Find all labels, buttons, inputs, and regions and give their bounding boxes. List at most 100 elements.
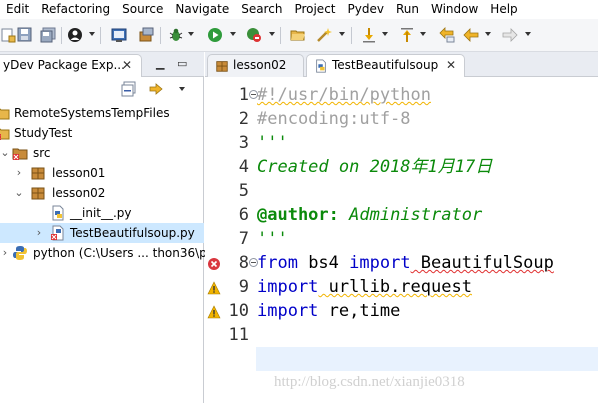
- menu-search[interactable]: Search: [234, 0, 287, 19]
- close-icon[interactable]: ✕: [122, 58, 132, 72]
- chevron-right-icon[interactable]: ›: [14, 163, 24, 183]
- tree-item-src[interactable]: ⌄ src: [0, 143, 204, 163]
- new-icon[interactable]: [0, 27, 16, 43]
- wand-icon[interactable]: [316, 27, 332, 43]
- package-icon: [30, 185, 46, 201]
- stop-dropdown-icon[interactable]: [269, 32, 275, 36]
- menu-source[interactable]: Source: [115, 0, 168, 19]
- profile-icon[interactable]: [67, 27, 83, 43]
- code-line-10: import re,time: [257, 299, 400, 323]
- toolbar-separator: [160, 27, 161, 44]
- code-line-8: from bs4 import BeautifulSoup: [257, 251, 554, 275]
- line-number: 5: [238, 181, 249, 201]
- maximize-icon[interactable]: ▭: [177, 57, 187, 70]
- chevron-right-icon[interactable]: ›: [34, 223, 44, 243]
- save-icon[interactable]: [17, 27, 33, 43]
- tree-item-label: python (C:\Users ... thon36\p: [33, 246, 207, 260]
- open-folder-icon[interactable]: [290, 27, 306, 43]
- toolbar-separator: [61, 27, 62, 44]
- menu-run[interactable]: Run: [389, 0, 424, 19]
- package-icon[interactable]: [138, 27, 154, 43]
- code-token: urllib.request: [318, 277, 472, 297]
- run-icon[interactable]: [207, 27, 223, 43]
- warning-icon[interactable]: [207, 305, 221, 319]
- menu-project[interactable]: Project: [287, 0, 340, 19]
- keyword-token: from: [257, 253, 298, 273]
- back-dropdown-icon[interactable]: [485, 32, 491, 36]
- tree-item-label: src: [33, 146, 51, 160]
- prev-annotation-dropdown-icon[interactable]: [420, 32, 426, 36]
- line-number: 9: [238, 277, 249, 297]
- prev-annotation-icon[interactable]: [399, 27, 415, 43]
- tree-item-lesson01[interactable]: › lesson01: [0, 163, 204, 183]
- chevron-right-icon[interactable]: ›: [0, 243, 10, 263]
- tree-item-python-interpreter[interactable]: › python (C:\Users ... thon36\p: [0, 243, 207, 263]
- code-area[interactable]: 1 2 3 4 5 6 7 8 9 10 11 #!/usr/bin/pytho…: [205, 78, 598, 403]
- toolbar-separator: [100, 27, 101, 44]
- menu-help[interactable]: Help: [483, 0, 522, 19]
- tree-item-label: lesson02: [52, 186, 106, 200]
- line-number: 7: [238, 229, 249, 249]
- tree-item-testbeautifulsoup-py[interactable]: › TestBeautifulsoup.py: [0, 223, 204, 243]
- console-icon[interactable]: [111, 27, 127, 43]
- debug-icon[interactable]: [168, 27, 184, 43]
- menu-refactoring[interactable]: Refactoring: [34, 0, 115, 19]
- forward-icon[interactable]: [502, 27, 518, 43]
- save-all-icon[interactable]: [40, 27, 56, 43]
- string-token: Created on 2018年1月17日: [257, 157, 493, 177]
- tree-item-remotesystemstempfiles[interactable]: RemoteSystemsTempFiles: [0, 103, 204, 123]
- tree-item-init-py[interactable]: __init__.py: [0, 203, 204, 223]
- error-icon[interactable]: [207, 257, 221, 271]
- menu-navigate[interactable]: Navigate: [168, 0, 234, 19]
- line-number: 3: [238, 133, 249, 153]
- code-token: bs4: [297, 253, 350, 273]
- package-explorer-tab[interactable]: yDev Package Exp... ✕: [0, 54, 142, 77]
- tree-item-label: lesson01: [52, 166, 106, 180]
- tree-item-studytest[interactable]: StudyTest: [0, 123, 204, 143]
- package-icon: [215, 59, 229, 73]
- warning-icon[interactable]: [207, 281, 221, 295]
- view-menu-icon[interactable]: [179, 87, 185, 91]
- code-editor: lesson02 TestBeautifulsoup ✕ 1 2 3 4 5 6…: [205, 52, 598, 403]
- wand-dropdown-icon[interactable]: [339, 32, 345, 36]
- menu-window[interactable]: Window: [424, 0, 483, 19]
- profile-dropdown-icon[interactable]: [89, 32, 95, 36]
- next-annotation-icon[interactable]: [361, 27, 377, 43]
- package-explorer-tabbar: yDev Package Exp... ✕ ▁ ▭: [0, 52, 204, 77]
- tab-testbeautifulsoup[interactable]: TestBeautifulsoup ✕: [306, 54, 465, 77]
- menu-pydev[interactable]: Pydev: [341, 0, 389, 19]
- code-line-9: import urllib.request: [257, 275, 472, 299]
- menu-bar: Edit Refactoring Source Navigate Search …: [0, 0, 598, 19]
- code-token: BeautifulSoup: [410, 253, 554, 273]
- last-edit-icon[interactable]: [439, 27, 455, 43]
- menu-edit[interactable]: Edit: [0, 0, 34, 19]
- string-token: ''': [257, 229, 288, 249]
- line-number: 6: [238, 205, 249, 225]
- watermark: http://blog.csdn.net/xianjie0318: [274, 374, 465, 390]
- tab-label: TestBeautifulsoup: [332, 58, 439, 72]
- forward-dropdown-icon[interactable]: [525, 32, 531, 36]
- link-with-editor-icon[interactable]: [148, 81, 164, 97]
- back-icon[interactable]: [463, 27, 479, 43]
- debug-dropdown-icon[interactable]: [188, 32, 194, 36]
- chevron-down-icon[interactable]: ⌄: [0, 143, 10, 163]
- code-line-6: @author: Administrator: [257, 203, 482, 227]
- tree-item-label: StudyTest: [14, 126, 73, 140]
- tree-item-lesson02[interactable]: ⌄ lesson02: [0, 183, 204, 203]
- project-icon: [0, 105, 10, 121]
- tab-lesson02[interactable]: lesson02: [207, 54, 304, 77]
- string-token: Administrator: [338, 205, 483, 225]
- collapse-all-icon[interactable]: [121, 81, 137, 97]
- chevron-down-icon[interactable]: ⌄: [14, 183, 24, 203]
- package-explorer-tools: [0, 77, 204, 101]
- minimize-icon[interactable]: ▁: [156, 57, 164, 70]
- tree-item-label: TestBeautifulsoup.py: [70, 226, 195, 240]
- code-token: re,time: [318, 301, 401, 321]
- line-number: 11: [228, 325, 249, 345]
- run-dropdown-icon[interactable]: [230, 32, 236, 36]
- source-folder-error-icon: [12, 145, 28, 161]
- package-explorer-tab-label: yDev Package Exp...: [3, 58, 125, 72]
- next-annotation-dropdown-icon[interactable]: [382, 32, 388, 36]
- close-icon[interactable]: ✕: [446, 58, 456, 72]
- stop-debug-icon[interactable]: [246, 27, 262, 43]
